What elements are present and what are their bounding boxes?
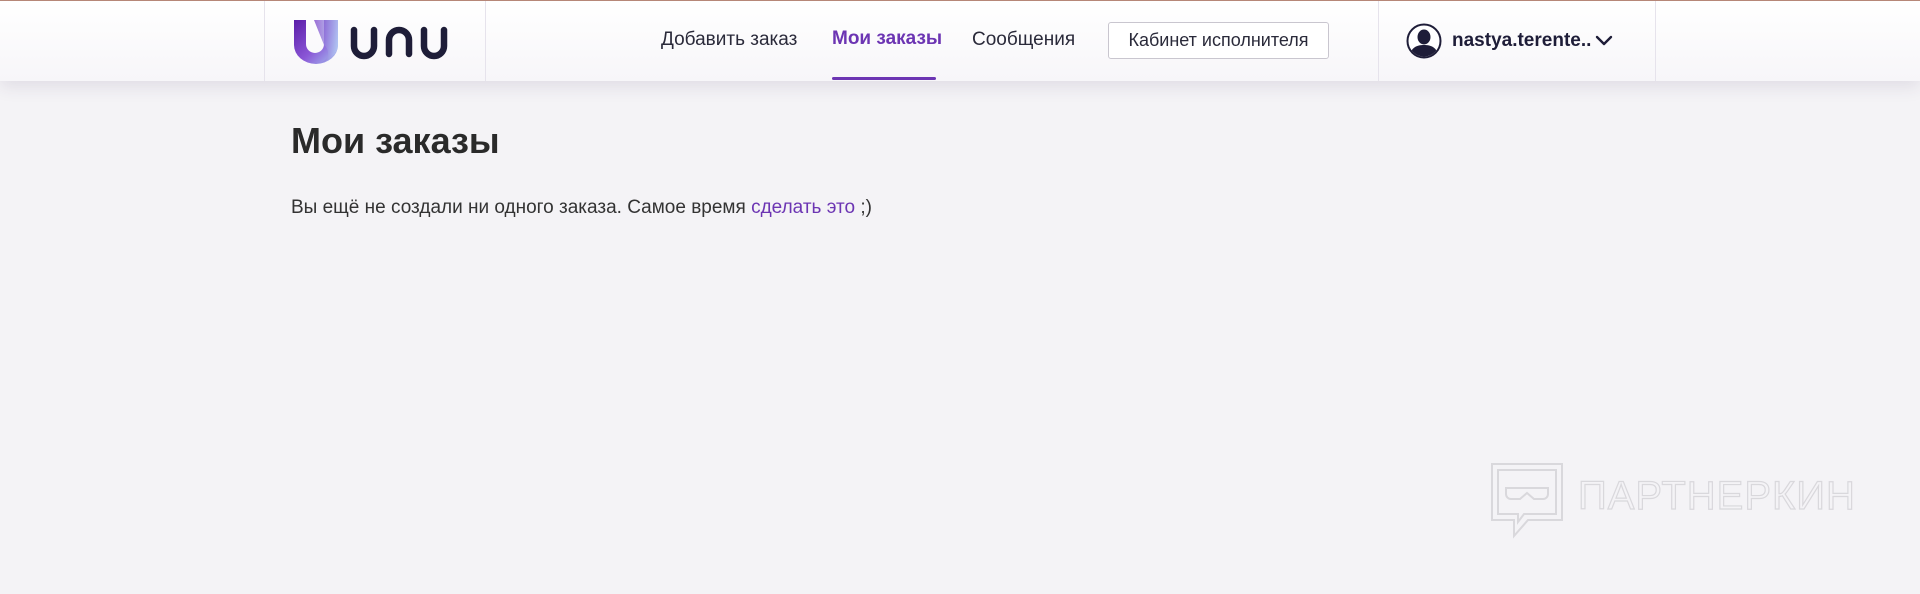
nav-active-indicator xyxy=(832,77,936,80)
user-menu[interactable]: nastya.terente.. xyxy=(1406,23,1613,59)
nav-messages[interactable]: Сообщения xyxy=(972,29,1075,51)
nav-add-order[interactable]: Добавить заказ xyxy=(661,29,797,51)
performer-cabinet-button[interactable]: Кабинет исполнителя xyxy=(1108,22,1329,59)
empty-message-text: Вы ещё не создали ни одного заказа. Само… xyxy=(291,197,752,218)
header-divider xyxy=(264,1,265,81)
user-avatar-icon xyxy=(1406,23,1442,59)
header-divider xyxy=(1378,1,1379,81)
site-header: Добавить заказ Мои заказы Сообщения Каби… xyxy=(0,1,1920,81)
chat-bubble-mask-icon xyxy=(1491,463,1563,539)
unu-logo[interactable] xyxy=(294,20,459,64)
empty-message-suffix: ;) xyxy=(855,197,872,218)
watermark-text: ПАРТНЕРКИН xyxy=(1577,473,1856,518)
page-title: Мои заказы xyxy=(291,120,500,161)
header-divider xyxy=(1655,1,1656,81)
create-order-link[interactable]: сделать это xyxy=(751,197,855,218)
empty-orders-message: Вы ещё не создали ни одного заказа. Само… xyxy=(291,197,872,219)
unu-logo-icon xyxy=(294,20,448,64)
username: nastya.terente.. xyxy=(1452,30,1592,51)
watermark: ПАРТНЕРКИН xyxy=(1488,460,1856,542)
chevron-down-icon xyxy=(1596,35,1613,46)
header-divider xyxy=(485,1,486,81)
nav-my-orders[interactable]: Мои заказы xyxy=(832,28,942,50)
